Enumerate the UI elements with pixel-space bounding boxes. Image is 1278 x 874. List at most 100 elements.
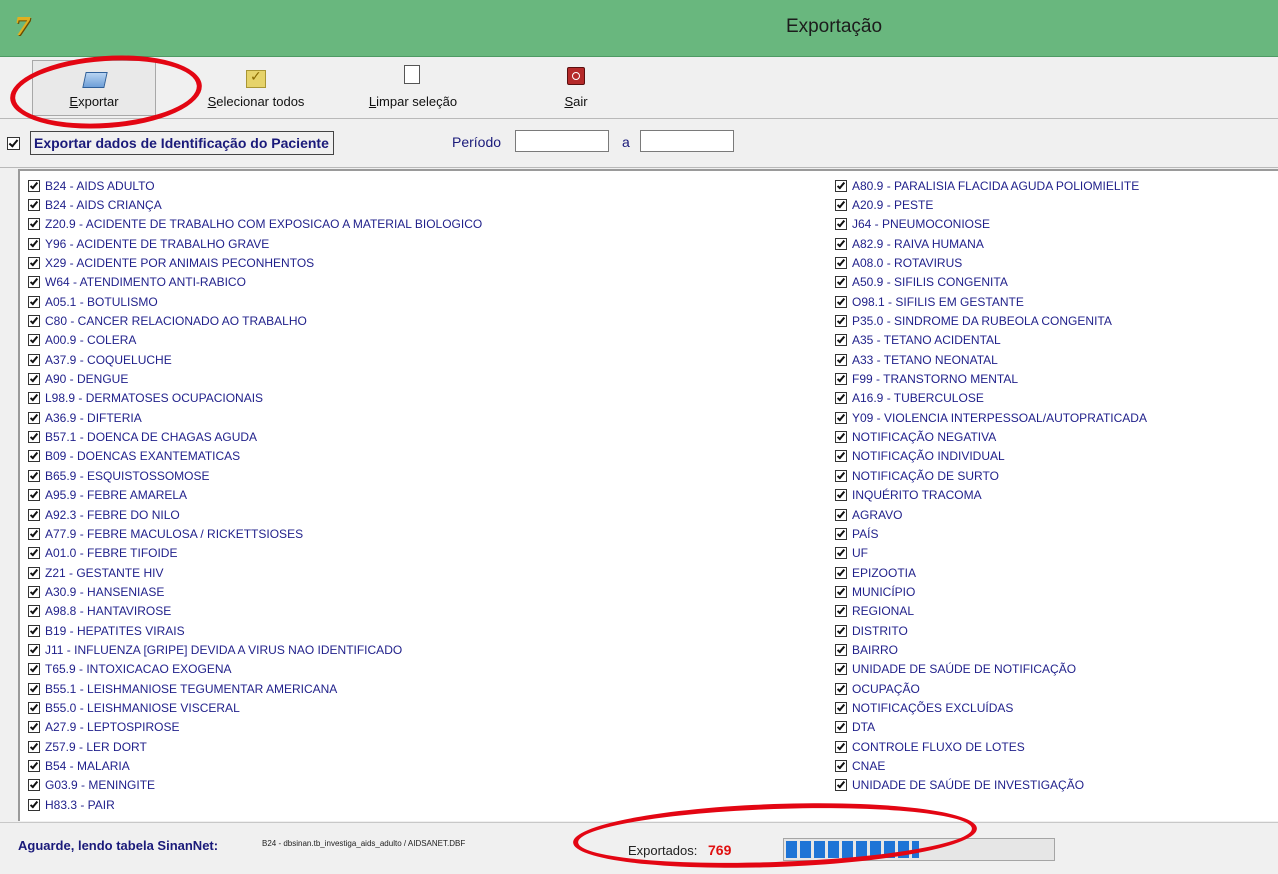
checkbox-checked-icon[interactable] bbox=[28, 605, 40, 618]
checkbox-checked-icon[interactable] bbox=[835, 682, 847, 695]
checkbox-checked-icon[interactable] bbox=[28, 450, 40, 463]
select-all-button[interactable]: Selecionar todos bbox=[196, 57, 316, 115]
list-item[interactable]: Y09 - VIOLENCIA INTERPESSOAL/AUTOPRATICA… bbox=[835, 408, 1147, 427]
list-item[interactable]: A00.9 - COLERA bbox=[28, 331, 482, 350]
list-item[interactable]: C80 - CANCER RELACIONADO AO TRABALHO bbox=[28, 311, 482, 330]
list-item[interactable]: X29 - ACIDENTE POR ANIMAIS PECONHENTOS bbox=[28, 253, 482, 272]
list-item[interactable]: B19 - HEPATITES VIRAIS bbox=[28, 621, 482, 640]
list-item[interactable]: A30.9 - HANSENIASE bbox=[28, 582, 482, 601]
export-button[interactable]: Exportar bbox=[32, 60, 156, 116]
checkbox-checked-icon[interactable] bbox=[28, 315, 40, 328]
list-item[interactable]: A05.1 - BOTULISMO bbox=[28, 292, 482, 311]
checkbox-checked-icon[interactable] bbox=[835, 411, 847, 424]
list-item[interactable]: J64 - PNEUMOCONIOSE bbox=[835, 215, 1147, 234]
list-item[interactable]: H83.3 - PAIR bbox=[28, 795, 482, 814]
checkbox-checked-icon[interactable] bbox=[28, 624, 40, 637]
list-item[interactable]: A80.9 - PARALISIA FLACIDA AGUDA POLIOMIE… bbox=[835, 176, 1147, 195]
checkbox-checked-icon[interactable] bbox=[28, 373, 40, 386]
list-item[interactable]: W64 - ATENDIMENTO ANTI-RABICO bbox=[28, 273, 482, 292]
list-item[interactable]: A77.9 - FEBRE MACULOSA / RICKETTSIOSES bbox=[28, 524, 482, 543]
checkbox-checked-icon[interactable] bbox=[28, 740, 40, 753]
list-item[interactable]: OCUPAÇÃO bbox=[835, 679, 1147, 698]
checkbox-checked-icon[interactable] bbox=[835, 373, 847, 386]
checkbox-checked-icon[interactable] bbox=[835, 759, 847, 772]
list-item[interactable]: A50.9 - SIFILIS CONGENITA bbox=[835, 273, 1147, 292]
list-item[interactable]: A20.9 - PESTE bbox=[835, 195, 1147, 214]
checkbox-checked-icon[interactable] bbox=[835, 585, 847, 598]
checkbox-checked-icon[interactable] bbox=[28, 759, 40, 772]
list-item[interactable]: NOTIFICAÇÃO INDIVIDUAL bbox=[835, 447, 1147, 466]
list-item[interactable]: A37.9 - COQUELUCHE bbox=[28, 350, 482, 369]
checkbox-checked-icon[interactable] bbox=[835, 643, 847, 656]
list-item[interactable]: A08.0 - ROTAVIRUS bbox=[835, 253, 1147, 272]
checkbox-checked-icon[interactable] bbox=[28, 257, 40, 270]
list-item[interactable]: DTA bbox=[835, 718, 1147, 737]
checkbox-checked-icon[interactable] bbox=[835, 489, 847, 502]
checkbox-checked-icon[interactable] bbox=[28, 663, 40, 676]
list-item[interactable]: CONTROLE FLUXO DE LOTES bbox=[835, 737, 1147, 756]
list-item[interactable]: A33 - TETANO NEONATAL bbox=[835, 350, 1147, 369]
list-item[interactable]: P35.0 - SINDROME DA RUBEOLA CONGENITA bbox=[835, 311, 1147, 330]
checkbox-checked-icon[interactable] bbox=[28, 353, 40, 366]
checkbox-checked-icon[interactable] bbox=[28, 431, 40, 444]
list-item[interactable]: AGRAVO bbox=[835, 505, 1147, 524]
checkbox-checked-icon[interactable] bbox=[835, 701, 847, 714]
checkbox-checked-icon[interactable] bbox=[835, 547, 847, 560]
checkbox-checked-icon[interactable] bbox=[28, 392, 40, 405]
checkbox-checked-icon[interactable] bbox=[835, 469, 847, 482]
checkbox-checked-icon[interactable] bbox=[28, 489, 40, 502]
checkbox-checked-icon[interactable] bbox=[835, 624, 847, 637]
list-item[interactable]: B65.9 - ESQUISTOSSOMOSE bbox=[28, 466, 482, 485]
checkbox-checked-icon[interactable] bbox=[28, 334, 40, 347]
list-item[interactable]: A98.8 - HANTAVIROSE bbox=[28, 602, 482, 621]
checkbox-checked-icon[interactable] bbox=[28, 585, 40, 598]
checkbox-checked-icon[interactable] bbox=[28, 295, 40, 308]
checkbox-checked-icon[interactable] bbox=[835, 566, 847, 579]
checkbox-checked-icon[interactable] bbox=[835, 257, 847, 270]
checkbox-checked-icon[interactable] bbox=[835, 276, 847, 289]
list-item[interactable]: Z21 - GESTANTE HIV bbox=[28, 563, 482, 582]
checkbox-checked-icon[interactable] bbox=[835, 353, 847, 366]
list-item[interactable]: UF bbox=[835, 544, 1147, 563]
list-item[interactable]: B55.0 - LEISHMANIOSE VISCERAL bbox=[28, 698, 482, 717]
list-item[interactable]: REGIONAL bbox=[835, 602, 1147, 621]
checkbox-checked-icon[interactable] bbox=[28, 701, 40, 714]
checkbox-checked-icon[interactable] bbox=[835, 605, 847, 618]
checkbox-checked-icon[interactable] bbox=[28, 411, 40, 424]
checkbox-checked-icon[interactable] bbox=[835, 740, 847, 753]
period-end-input[interactable] bbox=[640, 130, 734, 152]
checkbox-checked-icon[interactable] bbox=[28, 779, 40, 792]
export-identification-check-icon[interactable] bbox=[7, 136, 20, 150]
list-item[interactable]: NOTIFICAÇÃO DE SURTO bbox=[835, 466, 1147, 485]
list-item[interactable]: B54 - MALARIA bbox=[28, 756, 482, 775]
exit-button[interactable]: Sair bbox=[548, 57, 604, 115]
checkbox-checked-icon[interactable] bbox=[835, 237, 847, 250]
list-item[interactable]: A82.9 - RAIVA HUMANA bbox=[835, 234, 1147, 253]
export-identification-checkbox[interactable]: Exportar dados de Identificação do Pacie… bbox=[7, 131, 334, 155]
list-item[interactable]: G03.9 - MENINGITE bbox=[28, 776, 482, 795]
checkbox-checked-icon[interactable] bbox=[835, 315, 847, 328]
list-item[interactable]: UNIDADE DE SAÚDE DE NOTIFICAÇÃO bbox=[835, 660, 1147, 679]
list-item[interactable]: B55.1 - LEISHMANIOSE TEGUMENTAR AMERICAN… bbox=[28, 679, 482, 698]
list-item[interactable]: CNAE bbox=[835, 756, 1147, 775]
checkbox-checked-icon[interactable] bbox=[28, 682, 40, 695]
list-item[interactable]: A92.3 - FEBRE DO NILO bbox=[28, 505, 482, 524]
list-item[interactable]: O98.1 - SIFILIS EM GESTANTE bbox=[835, 292, 1147, 311]
list-item[interactable]: A27.9 - LEPTOSPIROSE bbox=[28, 718, 482, 737]
list-item[interactable]: INQUÉRITO TRACOMA bbox=[835, 486, 1147, 505]
list-item[interactable]: A95.9 - FEBRE AMARELA bbox=[28, 486, 482, 505]
checkbox-checked-icon[interactable] bbox=[835, 450, 847, 463]
checkbox-checked-icon[interactable] bbox=[835, 508, 847, 521]
checkbox-checked-icon[interactable] bbox=[28, 527, 40, 540]
list-item[interactable]: A16.9 - TUBERCULOSE bbox=[835, 389, 1147, 408]
list-item[interactable]: NOTIFICAÇÃO NEGATIVA bbox=[835, 427, 1147, 446]
checkbox-checked-icon[interactable] bbox=[835, 392, 847, 405]
checkbox-checked-icon[interactable] bbox=[28, 721, 40, 734]
list-item[interactable]: A01.0 - FEBRE TIFOIDE bbox=[28, 544, 482, 563]
list-item[interactable]: Z57.9 - LER DORT bbox=[28, 737, 482, 756]
list-item[interactable]: DISTRITO bbox=[835, 621, 1147, 640]
checkbox-checked-icon[interactable] bbox=[28, 469, 40, 482]
list-item[interactable]: MUNICÍPIO bbox=[835, 582, 1147, 601]
checkbox-checked-icon[interactable] bbox=[835, 199, 847, 212]
list-item[interactable]: A90 - DENGUE bbox=[28, 369, 482, 388]
